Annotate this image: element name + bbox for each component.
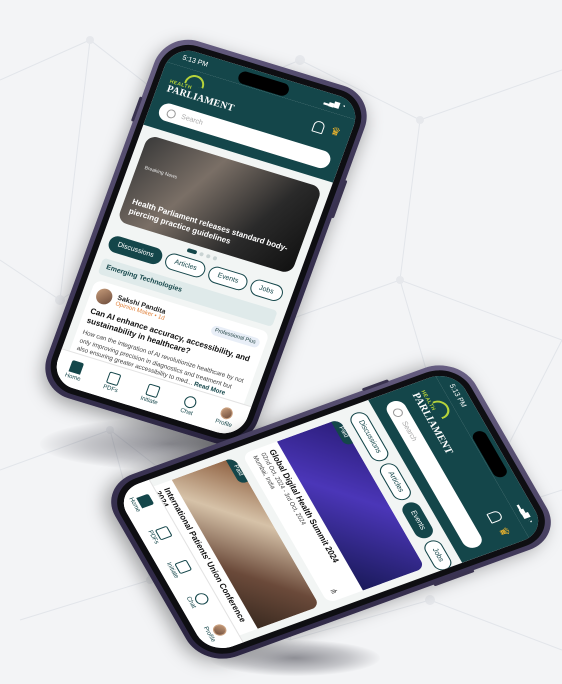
avatar[interactable] — [93, 286, 115, 307]
search-icon — [391, 406, 406, 419]
pdf-icon — [106, 371, 122, 387]
nav-profile[interactable]: Profile — [214, 405, 237, 429]
plus-icon — [144, 383, 161, 399]
nav-chat[interactable]: Chat — [179, 394, 198, 418]
status-time: 5:13 PM — [181, 54, 209, 69]
profile-icon — [219, 406, 235, 421]
signal-icons: ▂▄▆ ◔ — [323, 97, 347, 111]
nav-pdfs[interactable]: PDFs — [102, 371, 123, 394]
bell-icon[interactable] — [311, 119, 327, 134]
nav-chat[interactable]: Chat — [184, 591, 211, 609]
nav-initiate[interactable]: Initiate — [165, 557, 194, 579]
chat-icon — [182, 394, 198, 410]
search-icon — [165, 107, 178, 119]
tab-jobs[interactable]: Jobs — [420, 537, 455, 573]
hero-tag: Breaking News — [143, 165, 178, 181]
nav-home[interactable]: Home — [64, 359, 86, 383]
nav-pdfs[interactable]: PDFs — [146, 525, 174, 545]
crown-icon[interactable]: ♛ — [329, 124, 343, 139]
bell-icon[interactable] — [486, 509, 505, 524]
tab-jobs[interactable]: Jobs — [247, 277, 285, 303]
home-icon — [68, 359, 85, 375]
search-placeholder: Search — [400, 420, 419, 443]
crown-icon[interactable]: ♛ — [495, 525, 513, 539]
search-placeholder: Search — [180, 113, 204, 127]
nav-label: Profile — [214, 418, 233, 430]
nav-profile[interactable]: Profile — [202, 621, 231, 643]
nav-home[interactable]: Home — [127, 492, 155, 513]
nav-label: Chat — [179, 407, 194, 418]
nav-initiate[interactable]: Initiate — [139, 382, 163, 406]
